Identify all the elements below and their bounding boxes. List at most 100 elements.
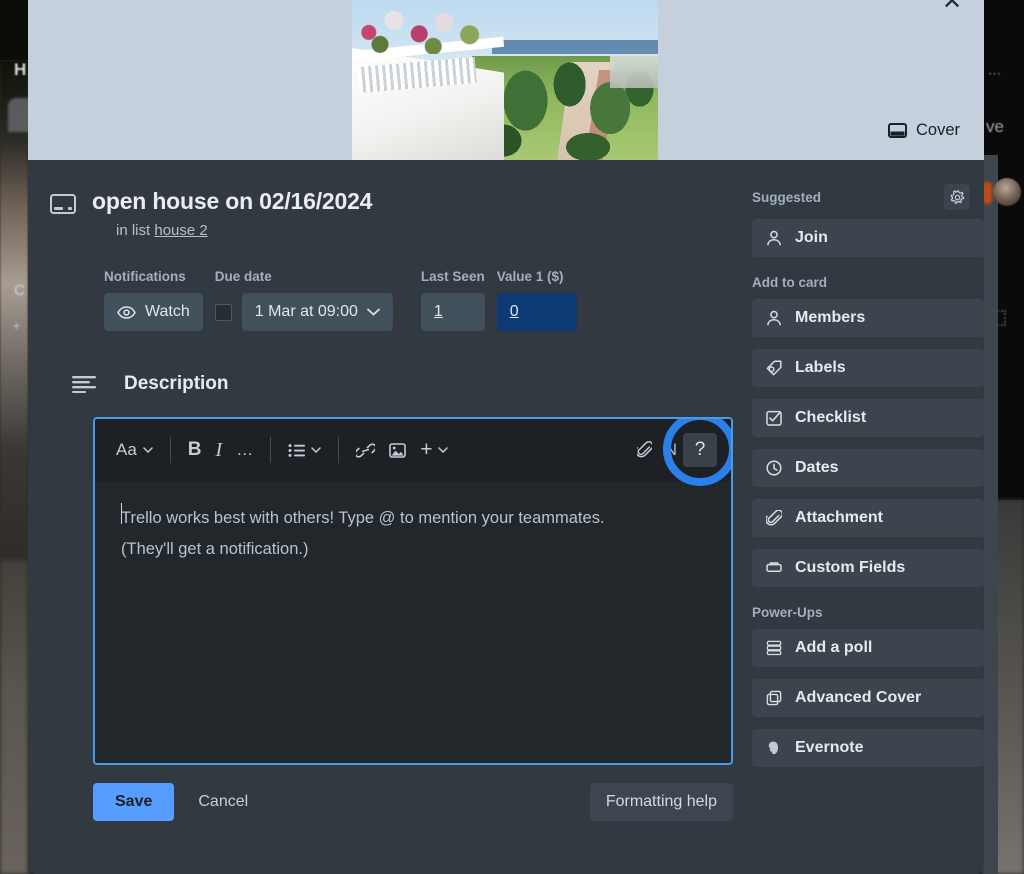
background-photo-lower	[0, 560, 28, 874]
watch-button[interactable]: Watch	[104, 293, 203, 331]
attachment-button[interactable]	[630, 436, 659, 464]
cover-icon	[887, 123, 907, 138]
page-title[interactable]: open house on 02/16/2024	[92, 188, 372, 215]
due-date-checkbox[interactable]	[214, 303, 232, 321]
insert-dropdown[interactable]: +	[413, 437, 455, 463]
sidebar-item-checklist[interactable]: Checklist	[752, 399, 984, 437]
person-icon	[766, 310, 782, 326]
card-fields-row: Notifications Watch Due date 1 Mar at 09…	[104, 269, 752, 331]
field-notifications: Notifications Watch	[104, 269, 203, 331]
field-last-seen: Last Seen 1	[420, 269, 485, 331]
cover-button-label: Cover	[915, 121, 960, 139]
list-dropdown[interactable]	[281, 439, 328, 462]
cancel-button[interactable]: Cancel	[198, 793, 248, 811]
background-text-h: H	[14, 60, 27, 79]
description-title: Description	[124, 373, 229, 394]
due-date-value: 1 Mar at 09:00	[254, 303, 358, 320]
cut-off-section	[72, 847, 752, 859]
background-text-plus: +	[12, 318, 21, 335]
description-placeholder-line-1: Trello works best with others! Type @ to…	[121, 509, 605, 527]
gear-icon[interactable]	[944, 184, 970, 210]
sidebar-item-members[interactable]: Members	[752, 299, 984, 337]
background-dots: ⋯	[988, 66, 1003, 81]
eye-icon	[117, 305, 136, 319]
card-in-list: in list house 2	[116, 222, 752, 239]
more-formatting-button[interactable]: …	[229, 435, 260, 465]
background-text-ve: ve	[986, 117, 1004, 136]
value-1-value: 0	[509, 303, 519, 320]
image-icon	[389, 442, 407, 458]
card-title-row: open house on 02/16/2024	[28, 160, 752, 215]
copy-icon	[766, 690, 782, 706]
card-icon	[50, 194, 76, 214]
editor-toolbar: Aa B I … + N ?	[95, 419, 731, 486]
card-sidebar: Suggested Join Add to card Members Label…	[752, 160, 984, 859]
value-1-button[interactable]: 0	[496, 293, 577, 331]
custom-fields-icon	[766, 560, 782, 576]
last-seen-value-button[interactable]: 1	[420, 293, 485, 331]
cover-button[interactable]: Cover	[887, 121, 960, 140]
text-style-label: Aa	[116, 440, 137, 459]
list-name-link[interactable]: house 2	[154, 222, 207, 239]
sidebar-item-attachment[interactable]: Attachment	[752, 499, 984, 537]
evernote-elephant-icon	[766, 740, 782, 756]
nbtn-button[interactable]: N	[659, 440, 683, 460]
due-date-button[interactable]: 1 Mar at 09:00	[241, 293, 393, 331]
bold-button[interactable]: B	[181, 434, 209, 466]
text-style-dropdown[interactable]: Aa	[109, 435, 160, 465]
cover-photo	[352, 0, 658, 160]
sidebar-item-label: Checklist	[795, 409, 867, 426]
image-button[interactable]	[382, 438, 413, 463]
paperclip-icon	[636, 441, 652, 459]
sidebar-item-label: Advanced Cover	[795, 689, 922, 706]
formatting-help-button[interactable]: Formatting help	[589, 783, 733, 821]
chevron-down-icon	[143, 447, 153, 453]
background-dark-column	[0, 0, 28, 60]
help-button-label: ?	[694, 439, 706, 460]
description-lines-icon	[72, 375, 96, 393]
sidebar-item-label: Evernote	[795, 739, 864, 756]
sidebar-item-label: Dates	[795, 459, 839, 476]
sidebar-item-join[interactable]: Join	[752, 219, 984, 257]
sidebar-item-label: Attachment	[795, 509, 884, 526]
description-textarea[interactable]: Trello works best with others! Type @ to…	[95, 481, 731, 763]
sidebar-add-to-card-title: Add to card	[752, 275, 828, 290]
close-icon[interactable]: ✕	[938, 0, 966, 16]
list-icon	[288, 443, 306, 457]
field-label-last-seen: Last Seen	[420, 269, 485, 284]
field-due-date: Due date 1 Mar at 09:00	[214, 269, 393, 331]
description-placeholder-line-2: (They'll get a notification.)	[121, 539, 309, 558]
sidebar-item-advanced-cover[interactable]: Advanced Cover	[752, 679, 984, 717]
italic-button[interactable]: I	[209, 434, 230, 467]
sidebar-power-ups-title: Power-Ups	[752, 605, 823, 620]
sidebar-item-evernote[interactable]: Evernote	[752, 729, 984, 767]
background-photo-strip	[0, 60, 28, 620]
help-button[interactable]: ?	[663, 419, 731, 486]
plus-icon: +	[420, 438, 433, 461]
background-avatar	[993, 178, 1021, 206]
field-label-notifications: Notifications	[104, 269, 186, 284]
text-caret	[121, 503, 122, 524]
sidebar-item-label: Custom Fields	[795, 559, 906, 576]
link-icon	[356, 442, 376, 458]
poll-icon	[766, 640, 782, 656]
field-label-due-date: Due date	[214, 269, 272, 284]
paperclip-icon	[766, 510, 782, 526]
description-editor[interactable]: Aa B I … + N ? Trello works best with ot…	[93, 417, 733, 765]
clock-icon	[766, 460, 782, 476]
watch-label: Watch	[145, 303, 190, 320]
link-button[interactable]	[349, 438, 382, 463]
sidebar-item-add-a-poll[interactable]: Add a poll	[752, 629, 984, 667]
sidebar-item-labels[interactable]: Labels	[752, 349, 984, 387]
sidebar-item-label: Labels	[795, 359, 846, 376]
last-seen-value: 1	[433, 303, 443, 320]
save-button[interactable]: Save	[93, 783, 175, 821]
field-value-1: Value 1 ($) 0	[496, 269, 577, 331]
card-cover: ✕ Cover	[28, 0, 984, 160]
card-main-column: open house on 02/16/2024 in list house 2…	[28, 160, 752, 859]
sidebar-item-custom-fields[interactable]: Custom Fields	[752, 549, 984, 587]
sidebar-group-suggested: Suggested Join	[752, 184, 984, 257]
sidebar-item-dates[interactable]: Dates	[752, 449, 984, 487]
chevron-down-icon	[438, 447, 449, 453]
sidebar-group-add-to-card: Add to card Members Labels Checklist Dat…	[752, 275, 984, 587]
